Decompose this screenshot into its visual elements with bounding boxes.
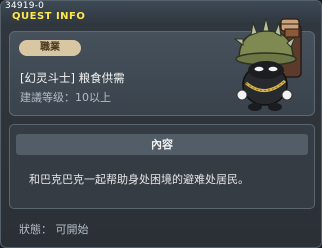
content-panel: 內容 和巴克巴克一起帮助身处困境的避难处居民。	[9, 124, 315, 209]
recommended-level: 建議等级：10以上	[20, 91, 111, 104]
quest-info-window: 34919-0 QUEST INFO 職業 [幻灵斗士] 粮食供需 建議等级：1…	[0, 0, 322, 248]
npc-portrait-icon	[233, 17, 302, 111]
quest-status: 狀態： 可開始	[19, 223, 89, 236]
quest-id: 34919-0	[5, 1, 45, 11]
content-header: 內容	[16, 134, 308, 155]
quest-name: [幻灵斗士] 粮食供需	[20, 71, 125, 85]
category-badge: 職業	[19, 40, 81, 56]
window-title: QUEST INFO	[12, 11, 86, 22]
content-description: 和巴克巴克一起帮助身处困境的避难处居民。	[29, 173, 249, 186]
